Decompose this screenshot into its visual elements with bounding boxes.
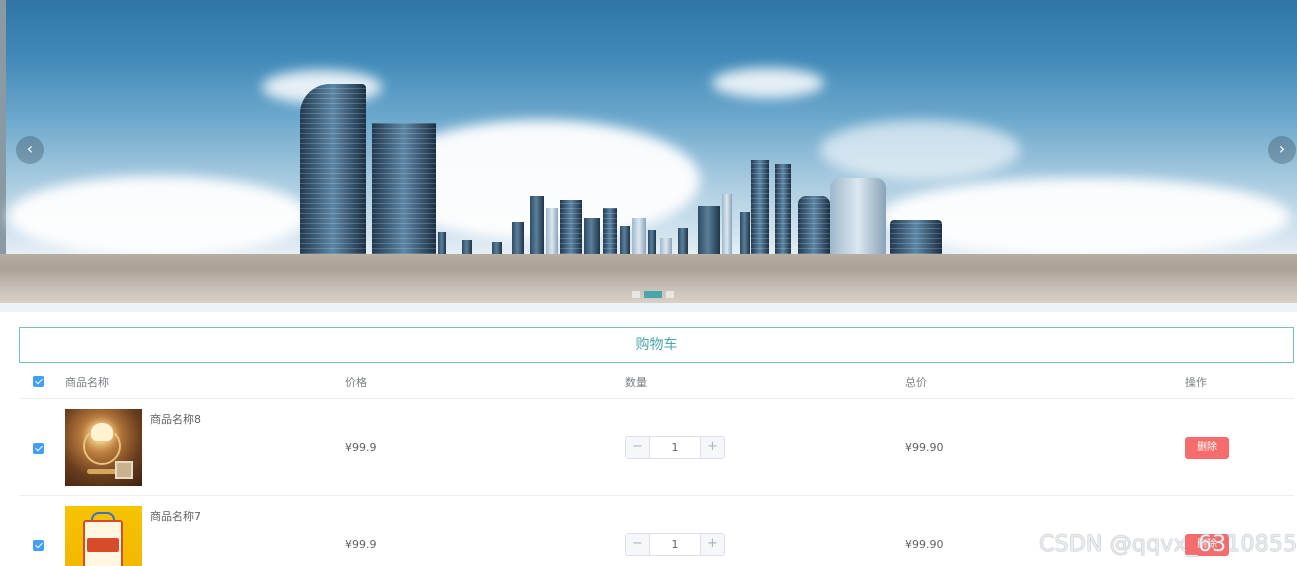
building bbox=[632, 218, 646, 254]
carousel-indicator-active[interactable] bbox=[644, 291, 662, 298]
product-image-lamp bbox=[65, 409, 142, 486]
carousel-indicator[interactable] bbox=[666, 291, 674, 298]
column-header-quantity: 数量 bbox=[625, 376, 647, 389]
cloud bbox=[8, 176, 308, 256]
cart-title: 购物车 bbox=[19, 327, 1294, 363]
column-header-total: 总价 bbox=[905, 376, 927, 389]
delete-button[interactable]: 删除 bbox=[1185, 437, 1229, 459]
decrease-quantity-button[interactable]: − bbox=[626, 437, 650, 458]
building bbox=[620, 226, 630, 254]
building bbox=[740, 212, 750, 254]
increase-quantity-button[interactable]: + bbox=[700, 437, 724, 458]
quantity-stepper: − 1 + bbox=[625, 533, 725, 556]
building bbox=[698, 206, 720, 254]
building bbox=[560, 200, 582, 254]
building bbox=[648, 230, 656, 254]
building bbox=[660, 238, 672, 254]
section-separator bbox=[0, 303, 1297, 312]
skyscraper bbox=[751, 160, 769, 254]
skyscraper bbox=[775, 164, 791, 254]
skyscraper bbox=[372, 123, 436, 254]
cloud bbox=[820, 120, 1020, 180]
cloud bbox=[712, 68, 824, 98]
product-name: 商品名称7 bbox=[150, 510, 201, 523]
increase-quantity-button[interactable]: + bbox=[700, 534, 724, 555]
item-checkbox[interactable] bbox=[33, 540, 44, 551]
quantity-stepper: − 1 + bbox=[625, 436, 725, 459]
row-divider bbox=[19, 495, 1294, 496]
carousel-indicator[interactable] bbox=[632, 291, 640, 298]
product-name: 商品名称8 bbox=[150, 413, 201, 426]
column-header-name: 商品名称 bbox=[65, 376, 109, 389]
carousel-next-button[interactable]: › bbox=[1268, 136, 1296, 164]
building bbox=[890, 220, 942, 254]
skyscraper bbox=[300, 84, 366, 254]
product-price: ¥99.9 bbox=[345, 538, 377, 551]
product-price: ¥99.9 bbox=[345, 441, 377, 454]
building bbox=[678, 228, 688, 254]
product-image-snack bbox=[65, 506, 142, 566]
quantity-input[interactable]: 1 bbox=[650, 534, 700, 555]
select-all-checkbox[interactable] bbox=[33, 376, 44, 387]
carousel-indicators bbox=[632, 291, 674, 298]
building bbox=[512, 222, 524, 254]
building bbox=[603, 208, 617, 254]
building bbox=[492, 242, 502, 254]
item-checkbox[interactable] bbox=[33, 443, 44, 454]
building bbox=[530, 196, 544, 254]
building bbox=[584, 218, 600, 254]
product-total: ¥99.90 bbox=[905, 538, 944, 551]
column-header-action: 操作 bbox=[1185, 376, 1207, 389]
building bbox=[798, 196, 830, 254]
carousel-prev-button[interactable]: ‹ bbox=[16, 136, 44, 164]
building bbox=[462, 240, 472, 254]
building bbox=[722, 194, 732, 254]
column-header-price: 价格 bbox=[345, 376, 367, 389]
quantity-input[interactable]: 1 bbox=[650, 437, 700, 458]
building bbox=[546, 208, 558, 254]
banner-carousel: ‹ › bbox=[0, 0, 1297, 303]
building bbox=[830, 178, 886, 254]
product-total: ¥99.90 bbox=[905, 441, 944, 454]
row-divider bbox=[19, 398, 1294, 399]
decrease-quantity-button[interactable]: − bbox=[626, 534, 650, 555]
building bbox=[438, 232, 446, 254]
watermark: CSDN @qqvx_6310855 bbox=[1039, 532, 1297, 557]
